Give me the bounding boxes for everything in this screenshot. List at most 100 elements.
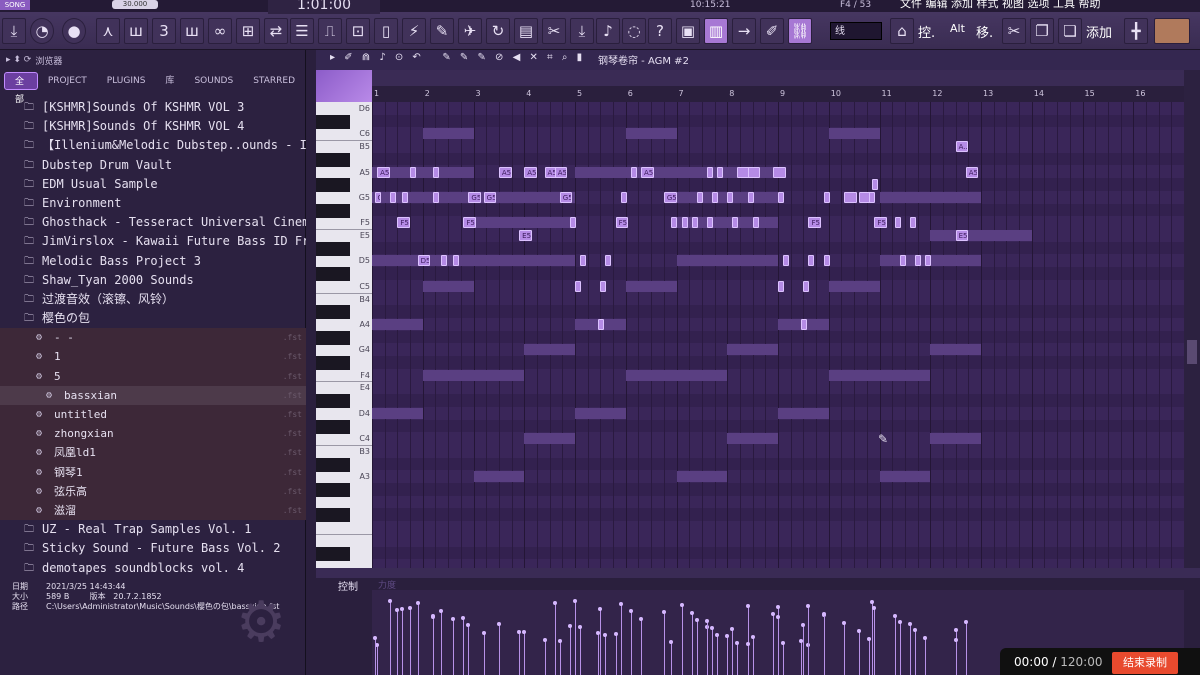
velocity-stem[interactable] [725, 634, 730, 675]
midi-note[interactable] [783, 255, 790, 267]
tab-project[interactable]: PROJECT [38, 72, 97, 90]
black-key[interactable] [316, 241, 350, 256]
browser-item[interactable]: ⚙ - - .fst [0, 328, 306, 348]
midi-note[interactable]: F5 [615, 217, 629, 229]
snap-icon[interactable]: ⋏ [96, 18, 120, 44]
tempo-display[interactable]: 30.000 [112, 0, 158, 9]
browser-item[interactable]: 🗀 JimVirslox - Kawaii Future Bass ID Free… [0, 232, 306, 251]
arrow-icon[interactable]: ▸ ⬍ ⟳ [6, 55, 31, 65]
velocity-stem[interactable] [603, 633, 608, 675]
midi-note[interactable] [671, 217, 678, 229]
midi-note[interactable]: G5 [468, 191, 482, 203]
piano-roll-toggle-icon[interactable]: ▥ [704, 18, 728, 44]
midi-note[interactable]: A5 [554, 166, 568, 178]
midi-note[interactable] [871, 179, 878, 191]
midi-note[interactable]: F5 [808, 217, 822, 229]
vertical-scrollbar[interactable] [1184, 70, 1200, 568]
velocity-stem[interactable] [573, 599, 577, 675]
browser-item[interactable]: 🗀 Environment [0, 194, 306, 213]
countdown-icon[interactable]: 3 [152, 18, 176, 44]
black-key[interactable] [316, 356, 350, 370]
black-key[interactable] [316, 483, 350, 497]
velocity-stem[interactable] [496, 622, 501, 675]
wait-icon[interactable]: ш [124, 18, 148, 44]
midi-note[interactable] [747, 191, 754, 203]
midi-note[interactable] [620, 191, 627, 203]
song-time-display[interactable]: 1:01:00 [268, 0, 380, 14]
midi-note[interactable] [803, 280, 810, 292]
browser-item[interactable]: 🗀 过渡音效（滚镲、风铃） [0, 290, 306, 309]
browser-item[interactable]: ⚙ untitled .fst [0, 405, 306, 425]
help-icon[interactable]: ? [648, 18, 672, 44]
midi-note[interactable]: F5 [463, 217, 477, 229]
plugin-icon[interactable]: ⚡ [402, 18, 426, 44]
midi-note[interactable] [843, 191, 857, 203]
velocity-stem[interactable] [481, 631, 486, 675]
velocity-stem[interactable] [953, 638, 958, 675]
midi-note[interactable] [600, 280, 607, 292]
black-key[interactable] [316, 178, 350, 193]
browser-item[interactable]: ⚙ 凤凰ld1 .fst [0, 443, 306, 463]
browser-item[interactable]: ⚙ 1 .fst [0, 347, 306, 367]
midi-note[interactable]: A5 [965, 166, 979, 178]
midi-note[interactable]: A5 [640, 166, 654, 178]
black-key[interactable] [316, 457, 350, 472]
pencil-icon[interactable]: ✐ [760, 18, 784, 44]
velocity-stem[interactable] [372, 636, 377, 675]
midi-note[interactable] [575, 280, 581, 292]
browser-item[interactable]: 🗀 Sticky Sound - Future Bass Vol. 2 [0, 539, 306, 558]
paste-icon[interactable]: ❏ [1058, 18, 1082, 44]
midi-note[interactable] [869, 191, 876, 203]
render-icon[interactable]: ⤓ [570, 18, 594, 44]
control-lane-header[interactable] [316, 568, 1200, 578]
midi-note[interactable] [778, 280, 784, 292]
chat-icon[interactable]: ◌ [622, 18, 646, 44]
theme-swatch-icon[interactable] [1154, 18, 1190, 44]
midi-note[interactable] [569, 217, 576, 229]
tab-library[interactable]: 库 [155, 72, 184, 90]
browser-item[interactable]: 🗀 EDM Usual Sample [0, 175, 306, 194]
black-key[interactable] [316, 267, 350, 282]
velocity-stem[interactable] [806, 604, 811, 675]
browser-item[interactable]: ⚙ 5 .fst [0, 366, 306, 386]
copy-icon[interactable]: ❐ [1030, 18, 1054, 44]
black-key[interactable] [316, 203, 350, 218]
velocity-stem[interactable] [466, 623, 471, 675]
midi-note[interactable] [432, 166, 439, 178]
midi-note[interactable] [772, 166, 786, 178]
velocity-stem[interactable] [598, 607, 603, 675]
midi-note[interactable]: G5 [663, 191, 677, 203]
browser-item[interactable]: ⚙ 弦乐高 .fst [0, 481, 306, 501]
roll-corner-tab[interactable] [316, 70, 372, 102]
midi-note[interactable] [402, 191, 409, 203]
piano-keyboard[interactable]: D6 C6 B5 A5 G5 F5 E5 D5 C5 B4 A4 G4 F4 E4 D4 C4 B3 A3 [316, 102, 372, 568]
midi-note[interactable] [727, 191, 734, 203]
browser-toggle-icon[interactable]: ▣ [676, 18, 700, 44]
tab-starred[interactable]: STARRED [243, 72, 305, 90]
velocity-stem[interactable] [770, 612, 775, 675]
midi-note[interactable]: G5 [559, 191, 573, 203]
step-edit-icon[interactable]: ⊞ [236, 18, 260, 44]
control-label[interactable]: 控制 [338, 578, 358, 593]
velocity-stem[interactable] [963, 620, 968, 675]
velocity-stem[interactable] [408, 606, 413, 675]
arrow-right-icon[interactable]: → [732, 18, 756, 44]
brush-icon[interactable]: ✎ [430, 18, 454, 44]
mixer-icon[interactable]: ⎍ [318, 18, 342, 44]
line-mode-select[interactable]: 线 [830, 22, 882, 40]
roll-overview[interactable] [372, 70, 1184, 86]
velocity-stem[interactable] [730, 627, 735, 675]
velocity-stem[interactable] [872, 606, 877, 675]
midi-note[interactable] [915, 255, 922, 267]
browser-item[interactable]: 🗀 UZ - Real Trap Samples Vol. 1 [0, 520, 306, 539]
velocity-stem[interactable] [669, 640, 674, 675]
master-pitch-knob-icon[interactable]: ● [62, 18, 86, 44]
black-key[interactable] [316, 305, 350, 320]
midi-note[interactable]: E5 [955, 230, 969, 241]
velocity-stem[interactable] [689, 611, 694, 675]
black-key[interactable] [316, 508, 350, 523]
velocity-stem[interactable] [522, 630, 527, 675]
midi-note[interactable] [696, 191, 703, 203]
black-key[interactable] [316, 114, 350, 129]
mic-icon[interactable]: ♪ [596, 18, 620, 44]
